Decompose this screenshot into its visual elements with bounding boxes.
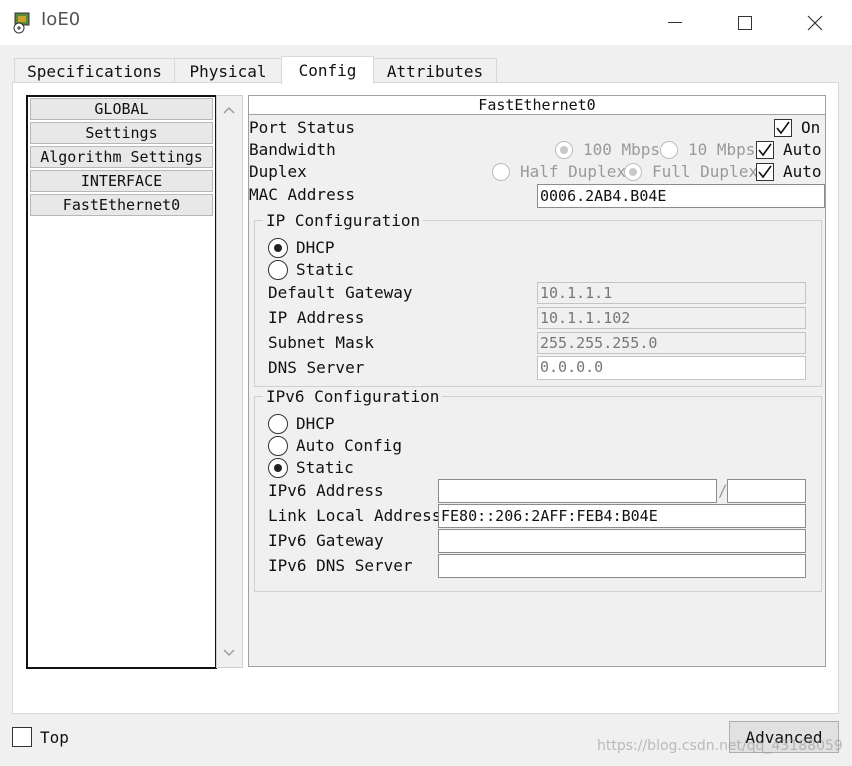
top-checkbox[interactable] <box>12 727 32 747</box>
ipv6-address-input[interactable] <box>438 479 717 503</box>
ipv6-static-label: Static <box>296 458 354 477</box>
ipv6-auto-config-radio[interactable] <box>268 436 288 456</box>
dns-server-input[interactable]: 0.0.0.0 <box>537 356 806 380</box>
duplex-auto-checkbox[interactable] <box>756 163 774 181</box>
ipv6-dns-server-input[interactable] <box>438 554 806 578</box>
minimize-button[interactable] <box>652 0 698 45</box>
tab-physical[interactable]: Physical <box>174 58 282 83</box>
watermark: https://blog.csdn.net/qq_43188059 <box>597 738 843 754</box>
ip-dhcp-label: DHCP <box>296 238 335 257</box>
duplex-full-label: Full Duplex <box>652 162 758 181</box>
ip-dhcp-radio[interactable] <box>268 238 288 258</box>
link-local-address-label: Link Local Address: <box>268 506 452 525</box>
bandwidth-100-label: 100 Mbps <box>583 140 661 159</box>
duplex-half-radio[interactable] <box>492 163 510 181</box>
list-scrollbar[interactable] <box>216 95 243 668</box>
default-gateway-label: Default Gateway <box>268 283 413 302</box>
link-local-address-input[interactable]: FE80::206:2AFF:FEB4:B04E <box>438 504 806 528</box>
ip-address-label: IP Address <box>268 308 365 327</box>
subnet-mask-input[interactable]: 255.255.255.0 <box>537 332 806 354</box>
ipv6-dhcp-radio[interactable] <box>268 414 288 434</box>
ipv6-dns-server-label: IPv6 DNS Server <box>268 556 413 575</box>
default-gateway-input[interactable]: 10.1.1.1 <box>537 282 806 304</box>
bandwidth-10-label: 10 Mbps <box>688 140 756 159</box>
minimize-icon <box>668 21 682 23</box>
subnet-mask-label: Subnet Mask <box>268 333 374 352</box>
port-status-label: Port Status <box>249 118 355 137</box>
bandwidth-10-radio[interactable] <box>660 141 678 159</box>
list-item-global[interactable]: GLOBAL <box>30 98 213 120</box>
tab-specifications[interactable]: Specifications <box>14 58 175 83</box>
check-icon <box>776 121 790 135</box>
ip-static-label: Static <box>296 260 354 279</box>
duplex-full-radio[interactable] <box>624 163 642 181</box>
app-icon <box>12 10 34 34</box>
panel-title: FastEthernet0 <box>249 96 825 115</box>
list-item-interface[interactable]: INTERFACE <box>30 170 213 192</box>
list-item-fastethernet0[interactable]: FastEthernet0 <box>30 194 213 216</box>
maximize-button[interactable] <box>722 0 768 45</box>
tab-attributes[interactable]: Attributes <box>373 58 497 83</box>
ipv6-gateway-input[interactable] <box>438 529 806 553</box>
bandwidth-auto-checkbox[interactable] <box>756 141 774 159</box>
ipv6-address-label: IPv6 Address <box>268 481 384 500</box>
maximize-icon <box>738 15 752 30</box>
settings-list: GLOBAL Settings Algorithm Settings INTER… <box>26 95 217 669</box>
duplex-label: Duplex <box>249 162 307 181</box>
ipv6-prefix-input[interactable] <box>727 479 806 503</box>
duplex-half-label: Half Duplex <box>520 162 626 181</box>
chevron-up-icon[interactable] <box>223 106 235 114</box>
bandwidth-auto-label: Auto <box>783 140 822 159</box>
ipv6-auto-config-label: Auto Config <box>296 436 402 455</box>
ipv6-static-radio[interactable] <box>268 458 288 478</box>
check-icon <box>758 143 772 157</box>
close-icon <box>807 15 823 30</box>
mac-address-input[interactable]: 0006.2AB4.B04E <box>537 184 825 208</box>
ipv6-config-title: IPv6 Configuration <box>263 387 443 406</box>
list-item-settings[interactable]: Settings <box>30 122 213 144</box>
ipv6-dhcp-label: DHCP <box>296 414 335 433</box>
mac-address-label: MAC Address <box>249 185 355 204</box>
top-label: Top <box>40 728 69 747</box>
port-status-checkbox[interactable] <box>774 119 792 137</box>
close-button[interactable] <box>792 0 838 45</box>
list-item-algorithm-settings[interactable]: Algorithm Settings <box>30 146 213 168</box>
window-title: IoE0 <box>41 9 81 30</box>
bandwidth-100-radio[interactable] <box>555 141 573 159</box>
check-icon <box>758 165 772 179</box>
ip-static-radio[interactable] <box>268 260 288 280</box>
duplex-auto-label: Auto <box>783 162 822 181</box>
ip-config-title: IP Configuration <box>263 211 424 230</box>
dns-server-label: DNS Server <box>268 358 365 377</box>
bandwidth-label: Bandwidth <box>249 140 336 159</box>
ipv6-gateway-label: IPv6 Gateway <box>268 531 384 550</box>
tab-config[interactable]: Config <box>281 56 374 84</box>
ip-address-input[interactable]: 10.1.1.102 <box>537 307 806 329</box>
chevron-down-icon[interactable] <box>223 649 235 657</box>
port-status-on-label: On <box>801 118 821 137</box>
interface-config-panel: FastEthernet0 Port Status On Bandwidth 1… <box>248 95 826 667</box>
